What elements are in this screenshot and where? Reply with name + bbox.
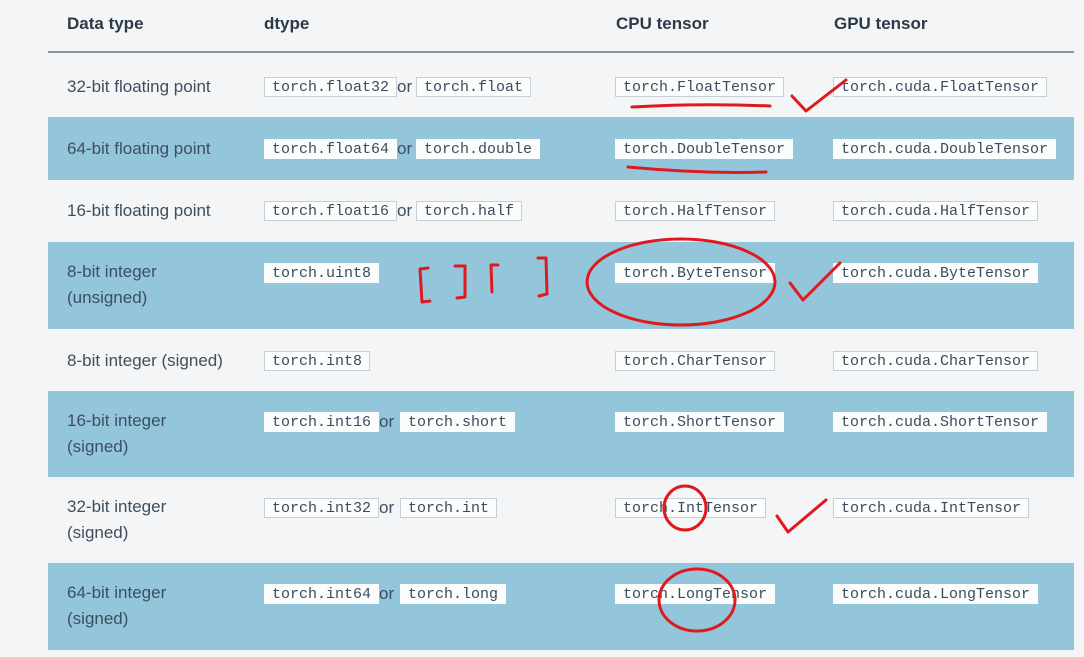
table-row: 8-bit integer (signed) torch.int8 torch.Ch…	[48, 331, 1074, 391]
header-gpu-tensor: GPU tensor	[834, 14, 928, 33]
data-type-label-line: (signed)	[67, 437, 129, 456]
data-type-label: 8-bit integer (signed)	[67, 348, 223, 374]
data-type-label-line: 64-bit integer	[67, 583, 167, 602]
data-type-label: 16-bit floating point	[67, 198, 211, 224]
table-row: 16-bit floating point torch.float16 torch.…	[48, 180, 1074, 242]
dtype-code: torch.float64	[264, 139, 398, 159]
data-type-label-line: 16-bit integer	[67, 411, 167, 430]
dtype-code: torch.short	[400, 412, 516, 432]
cpu-tensor-code: torch.HalfTensor	[615, 201, 776, 221]
dtype-code: torch.float16	[264, 201, 398, 221]
data-type-label-line: 32-bit integer	[67, 497, 167, 516]
or-separator: or	[397, 139, 413, 158]
or-separator: or	[379, 584, 395, 603]
data-type-label-line: 8-bit integer (signed)	[67, 351, 223, 370]
dtype-code: torch.int64	[264, 584, 380, 604]
or-separator: or	[379, 412, 395, 431]
table-row: 8-bit integer (unsigned) torch.uint8 torch.…	[48, 242, 1074, 329]
or-separator: or	[397, 201, 413, 220]
data-type-label-line: 64-bit floating point	[67, 139, 211, 158]
dtype-code: torch.int16	[264, 412, 380, 432]
gpu-tensor-code: torch.cuda.HalfTensor	[833, 201, 1039, 221]
dtype-code: torch.int8	[264, 351, 371, 371]
cpu-tensor-code: torch.IntTensor	[615, 498, 767, 518]
tensor-types-table: Data type dtype CPU tensor GPU tensor 32…	[0, 0, 1084, 657]
data-type-label-line: 8-bit integer	[67, 262, 157, 281]
data-type-label: 64-bit integer (signed)	[67, 580, 166, 632]
or-separator: or	[379, 498, 395, 517]
gpu-tensor-code: torch.cuda.ShortTensor	[833, 412, 1048, 432]
table-row: 32-bit integer (signed) torch.int32 torch.i…	[48, 477, 1074, 563]
dtype-code: torch.uint8	[264, 263, 380, 283]
dtype-code: torch.double	[416, 139, 541, 159]
cpu-tensor-code: torch.ByteTensor	[615, 263, 776, 283]
data-type-label-line: (signed)	[67, 609, 129, 628]
data-type-label: 32-bit floating point	[67, 74, 211, 100]
data-type-label-line: 32-bit floating point	[67, 77, 211, 96]
data-type-label-line: 16-bit floating point	[67, 201, 211, 220]
data-type-label: 32-bit integer (signed)	[67, 494, 166, 546]
table-row: 16-bit integer (signed) torch.int16 torch.s…	[48, 391, 1074, 477]
data-type-label: 16-bit integer (signed)	[67, 408, 166, 460]
cpu-tensor-code: torch.ShortTensor	[615, 412, 785, 432]
dtype-code: torch.int	[400, 498, 498, 518]
or-separator: or	[397, 77, 413, 96]
table-row: 64-bit integer (signed) torch.int64 torch.l…	[48, 563, 1074, 650]
gpu-tensor-code: torch.cuda.ByteTensor	[833, 263, 1039, 283]
gpu-tensor-code: torch.cuda.LongTensor	[833, 584, 1039, 604]
gpu-tensor-code: torch.cuda.FloatTensor	[833, 77, 1048, 97]
table-row: 64-bit floating point torch.float64 torch.…	[48, 117, 1074, 180]
data-type-label-line: (signed)	[67, 523, 129, 542]
gpu-tensor-code: torch.cuda.CharTensor	[833, 351, 1039, 371]
gpu-tensor-code: torch.cuda.DoubleTensor	[833, 139, 1057, 159]
table-row: 32-bit floating point torch.float32 torch.…	[48, 57, 1074, 117]
dtype-code: torch.float32	[264, 77, 398, 97]
cpu-tensor-code: torch.CharTensor	[615, 351, 776, 371]
dtype-code: torch.int32	[264, 498, 380, 518]
dtype-code: torch.long	[400, 584, 507, 604]
dtype-code: torch.half	[416, 201, 523, 221]
dtype-code: torch.float	[416, 77, 532, 97]
data-type-label: 8-bit integer (unsigned)	[67, 259, 157, 311]
cpu-tensor-code: torch.FloatTensor	[615, 77, 785, 97]
cpu-tensor-code: torch.LongTensor	[615, 584, 776, 604]
header-dtype: dtype	[264, 14, 310, 33]
data-type-label-line: (unsigned)	[67, 288, 148, 307]
gpu-tensor-code: torch.cuda.IntTensor	[833, 498, 1030, 518]
header-cpu-tensor: CPU tensor	[616, 14, 709, 33]
header-divider	[48, 51, 1074, 53]
data-type-label: 64-bit floating point	[67, 136, 211, 162]
cpu-tensor-code: torch.DoubleTensor	[615, 139, 794, 159]
header-data-type: Data type	[67, 14, 144, 33]
